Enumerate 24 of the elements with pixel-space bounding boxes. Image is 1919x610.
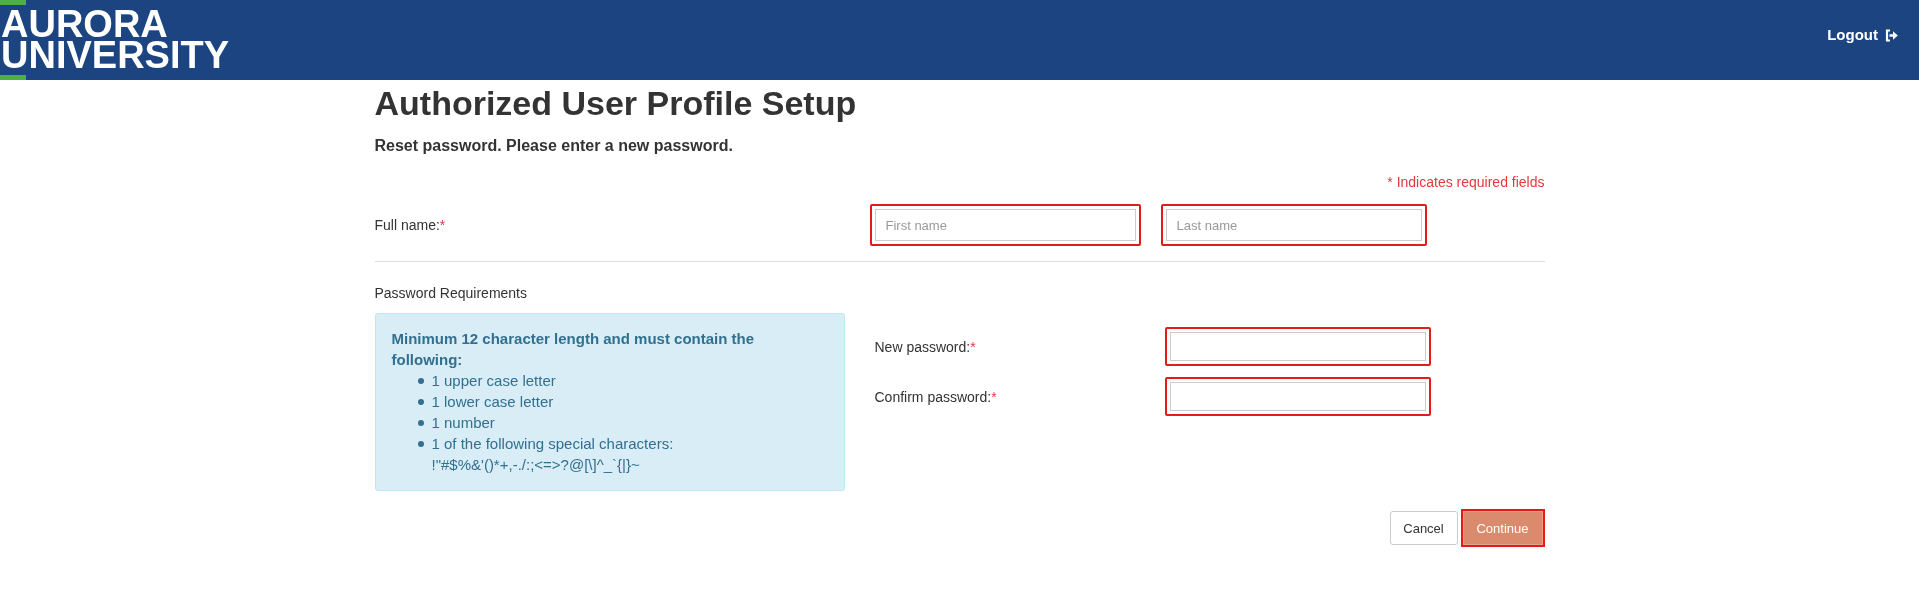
name-input-field[interactable]: Last name [1160,204,1427,246]
bullet-icon [417,420,424,426]
requirements-intro: Minimum 12 character length and must contain the following: [391,329,756,370]
field-label: Confirm password:* [874,388,997,405]
bullet-icon [417,441,424,447]
requirement-item: 1 of the following special characters: !"#$%&'()*+,-./:;<=>?@[\]^_`{|}~ [431,434,674,475]
requirement-item: 1 lower case letter [431,392,554,412]
requirement-item: 1 upper case letter [431,371,556,391]
logout-icon [1885,28,1898,42]
field-label: New password:* [874,338,976,355]
page-subtitle: Reset password. Please enter a new password. [374,136,734,156]
university-logo[interactable]: AURORA UNIVERSITY [0,0,230,80]
bullet-icon [417,399,424,405]
password-field[interactable] [1164,377,1431,416]
cancel-button[interactable]: Cancel [1389,511,1458,545]
logout-link[interactable]: Logout [1827,26,1898,44]
section-heading: Password Requirements [374,285,527,301]
password-field[interactable] [1164,327,1431,366]
name-input-field[interactable]: First name [869,204,1141,246]
field-label: Full name:* [374,217,446,233]
page-title: Authorized User Profile Setup [374,83,858,123]
required-fields-note: * Indicates required fields [1387,173,1545,192]
bullet-icon [417,378,424,384]
requirement-item: 1 number [431,413,495,433]
